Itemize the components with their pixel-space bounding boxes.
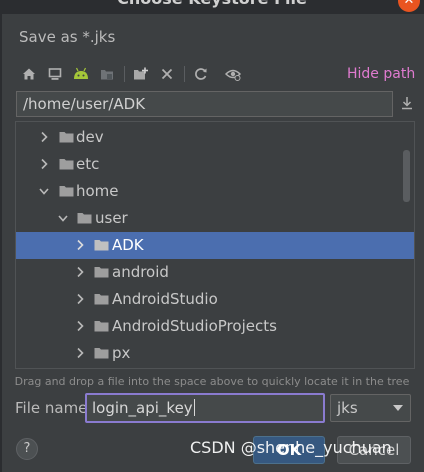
project-folder-icon[interactable] bbox=[96, 63, 118, 85]
chevron-down-icon bbox=[393, 405, 403, 411]
tree-row-home[interactable]: home bbox=[16, 178, 414, 205]
close-button[interactable]: ✕ bbox=[398, 0, 420, 12]
extension-dropdown[interactable]: jks bbox=[330, 394, 411, 422]
tree-row-label: user bbox=[95, 209, 128, 227]
window-title: Choose Keystore File bbox=[0, 0, 424, 8]
tree-row-user[interactable]: user bbox=[16, 205, 414, 232]
android-icon[interactable] bbox=[70, 63, 92, 85]
chevron-right-icon[interactable] bbox=[75, 239, 85, 251]
dialog-description: Save as *.jks bbox=[19, 28, 116, 46]
tree-row-label: px bbox=[112, 344, 131, 362]
tree-row-px[interactable]: px bbox=[16, 340, 414, 367]
close-icon: ✕ bbox=[403, 0, 415, 8]
watermark: CSDN @shenhe_yuchuan bbox=[190, 438, 392, 457]
hide-path-link[interactable]: Hide path bbox=[347, 66, 415, 82]
folder-icon bbox=[94, 348, 109, 359]
tree-row-etc[interactable]: etc bbox=[16, 151, 414, 178]
file-name-input[interactable]: login_api_key bbox=[85, 393, 325, 423]
file-name-label: File name: bbox=[15, 399, 93, 417]
show-hidden-icon[interactable] bbox=[222, 63, 244, 85]
tree-row-label: home bbox=[76, 182, 119, 200]
tree-row-label: AndroidStudioProjects bbox=[112, 317, 277, 335]
text-cursor bbox=[193, 399, 195, 416]
folder-icon bbox=[77, 213, 92, 224]
file-tree[interactable]: dev etc home user ADK android AndroidStu… bbox=[15, 121, 415, 369]
extension-value: jks bbox=[337, 399, 358, 417]
folder-icon bbox=[94, 294, 109, 305]
refresh-icon[interactable] bbox=[190, 63, 212, 85]
folder-icon bbox=[59, 132, 74, 143]
tree-row-adk[interactable]: ADK bbox=[16, 232, 414, 259]
chevron-right-icon[interactable] bbox=[39, 131, 49, 143]
new-folder-icon[interactable] bbox=[130, 63, 152, 85]
help-button[interactable]: ? bbox=[16, 438, 38, 460]
file-chooser-toolbar bbox=[14, 63, 274, 85]
chevron-right-icon[interactable] bbox=[75, 320, 85, 332]
tree-row-label: android bbox=[112, 263, 169, 281]
folder-icon bbox=[94, 267, 109, 278]
drag-drop-hint: Drag and drop a file into the space abov… bbox=[14, 375, 410, 388]
chevron-down-icon[interactable] bbox=[58, 212, 68, 224]
title-bar: Choose Keystore File ✕ bbox=[0, 0, 424, 14]
home-icon[interactable] bbox=[18, 63, 40, 85]
chevron-right-icon[interactable] bbox=[75, 293, 85, 305]
tree-row-dev[interactable]: dev bbox=[16, 124, 414, 151]
tree-row-label: etc bbox=[76, 155, 100, 173]
toolbar-separator bbox=[184, 66, 185, 82]
tree-row-android[interactable]: android bbox=[16, 259, 414, 286]
folder-icon bbox=[59, 159, 74, 170]
delete-icon[interactable] bbox=[156, 63, 178, 85]
chevron-down-icon[interactable] bbox=[39, 185, 49, 197]
download-icon[interactable] bbox=[399, 94, 415, 112]
path-input[interactable]: /home/user/ADK bbox=[16, 91, 393, 117]
folder-icon bbox=[59, 186, 74, 197]
chevron-right-icon[interactable] bbox=[39, 158, 49, 170]
tree-row-label: AndroidStudio bbox=[112, 290, 218, 308]
tree-row-label: ADK bbox=[112, 236, 144, 254]
file-name-value: login_api_key bbox=[92, 399, 193, 417]
tree-row-androidstudio[interactable]: AndroidStudio bbox=[16, 286, 414, 313]
tree-scrollbar[interactable] bbox=[403, 150, 410, 202]
folder-icon bbox=[94, 321, 109, 332]
folder-icon bbox=[94, 240, 109, 251]
tree-row-androidstudioprojects[interactable]: AndroidStudioProjects bbox=[16, 313, 414, 340]
tree-row-label: dev bbox=[76, 128, 104, 146]
window-edge bbox=[0, 14, 2, 472]
desktop-icon[interactable] bbox=[44, 63, 66, 85]
toolbar-separator bbox=[124, 66, 125, 82]
chevron-right-icon[interactable] bbox=[75, 266, 85, 278]
chevron-right-icon[interactable] bbox=[75, 347, 85, 359]
